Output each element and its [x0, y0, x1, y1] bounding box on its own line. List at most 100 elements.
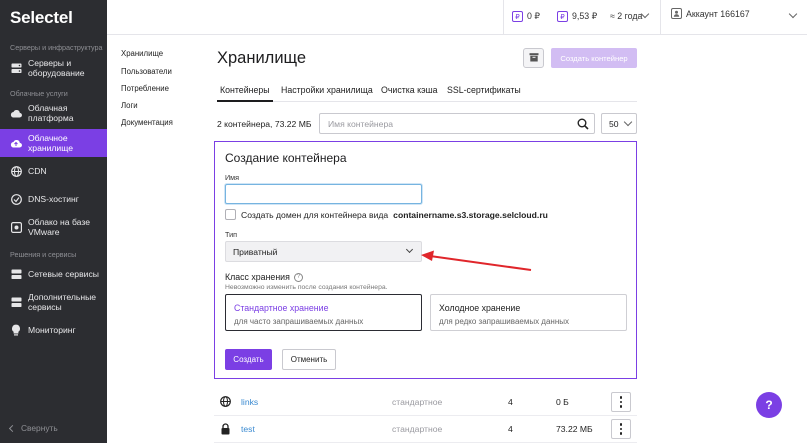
sidebar-item-cloud-storage[interactable]: Облачное хранилище	[0, 129, 107, 157]
storage-option-cold[interactable]: Холодное хранение для редко запрашиваемы…	[430, 294, 627, 331]
storage-option-title: Холодное хранение	[439, 303, 521, 313]
balance-forecast[interactable]: ≈ 2 года	[610, 11, 642, 21]
forecast-value: ≈ 2 года	[610, 11, 643, 21]
submit-create-button[interactable]: Создать	[225, 349, 272, 370]
wallet-icon: ₽	[512, 11, 523, 22]
sidebar-item-label: DNS-хостинг	[28, 194, 79, 204]
container-search	[319, 113, 595, 134]
sidebar-item-network[interactable]: Сетевые сервисы	[0, 262, 107, 286]
chevron-down-icon	[788, 9, 798, 19]
storage-option-title: Стандартное хранение	[234, 303, 329, 313]
selectel-logo[interactable]: Selectel	[10, 8, 73, 28]
sidebar-item-dns[interactable]: DNS-хостинг	[0, 191, 107, 207]
sidebar-item-label: Облачное хранилище	[28, 133, 73, 153]
divider	[660, 0, 661, 35]
sidebar-item-cdn[interactable]: CDN	[0, 163, 107, 179]
container-search-input[interactable]	[320, 114, 570, 133]
sidebar-item-label: Облако на базе VMware	[28, 217, 90, 237]
sidebar-item-monitoring[interactable]: Мониторинг	[0, 322, 107, 338]
subnav-docs[interactable]: Документация	[121, 118, 173, 127]
row-menu-button[interactable]	[611, 419, 631, 439]
container-size: 73.22 МБ	[556, 424, 593, 434]
balance-bonus-value: 9,53 ₽	[572, 11, 598, 21]
container-size: 0 Б	[556, 397, 569, 407]
wallet-icon: ₽	[557, 11, 568, 22]
lock-icon	[220, 423, 232, 435]
container-name-link[interactable]: links	[241, 397, 258, 407]
panel-heading: Создание контейнера	[225, 151, 347, 165]
storage-option-desc: для редко запрашиваемых данных	[439, 317, 570, 326]
table-row[interactable]: links стандартное 4 0 Б	[214, 389, 637, 416]
account-menu[interactable]: Аккаунт 166167	[671, 8, 750, 19]
top-bar: ₽ 0 ₽ ₽ 9,53 ₽ ≈ 2 года Аккаунт 166167	[107, 0, 807, 35]
balance-main-value: 0 ₽	[527, 11, 540, 21]
account-dropdown-toggle[interactable]	[788, 9, 798, 19]
dns-icon	[10, 193, 22, 205]
tab-containers[interactable]: Контейнеры	[220, 85, 270, 95]
balance-main[interactable]: ₽ 0 ₽	[512, 11, 540, 22]
container-class: стандартное	[392, 424, 443, 434]
sidebar-section-title: Решения и сервисы	[10, 250, 77, 259]
trash-icon	[529, 52, 539, 65]
balance-dropdown-toggle[interactable]	[640, 9, 650, 19]
name-label: Имя	[225, 173, 239, 182]
page-title: Хранилище	[217, 49, 307, 67]
user-icon	[671, 8, 682, 19]
type-label: Тип	[225, 230, 237, 239]
subnav-users[interactable]: Пользователи	[121, 67, 172, 76]
create-domain-option[interactable]: Создать домен для контейнера вида contai…	[225, 209, 548, 220]
storage-class-heading: Класс хранения ?	[225, 272, 303, 282]
sidebar-item-cloud-platform[interactable]: Облачная платформа	[0, 101, 107, 125]
sidebar-item-label: Мониторинг	[28, 325, 76, 335]
network-icon	[10, 268, 22, 280]
storage-option-desc: для часто запрашиваемых данных	[234, 317, 364, 326]
services-icon	[10, 296, 22, 308]
chevron-down-icon	[623, 117, 632, 127]
containers-summary: 2 контейнера, 73.22 МБ	[217, 119, 312, 129]
sidebar-item-extra-services[interactable]: Дополнительные сервисы	[0, 290, 107, 314]
help-button[interactable]: ?	[756, 392, 782, 418]
cancel-button[interactable]: Отменить	[282, 349, 336, 370]
row-menu-button[interactable]	[611, 392, 631, 412]
server-icon	[10, 62, 22, 74]
container-name-link[interactable]: test	[241, 424, 255, 434]
container-type-select[interactable]: Приватный	[225, 241, 422, 262]
chevron-down-icon	[640, 9, 650, 19]
sidebar-collapse-button[interactable]: Свернуть	[8, 423, 58, 433]
globe-icon	[220, 396, 232, 408]
chevron-left-icon	[8, 424, 17, 432]
help-circle-icon[interactable]: ?	[293, 272, 303, 282]
container-name-input[interactable]	[225, 184, 422, 204]
balance-bonus[interactable]: ₽ 9,53 ₽	[557, 11, 597, 22]
sidebar-section-title: Серверы и инфраструктура	[10, 43, 103, 52]
sidebar-item-label: Дополнительные сервисы	[28, 292, 97, 312]
create-domain-checkbox[interactable]	[225, 209, 236, 220]
search-icon[interactable]	[577, 118, 589, 130]
sidebar-item-label: CDN	[28, 166, 47, 176]
account-name: Аккаунт 166167	[686, 8, 750, 19]
collapse-label: Свернуть	[21, 423, 58, 433]
cloud-upload-icon	[10, 137, 22, 149]
tab-ssl-certificates[interactable]: SSL-сертификаты	[447, 85, 521, 95]
cloud-icon	[10, 107, 22, 119]
per-page-select[interactable]: 50	[601, 113, 637, 134]
subnav-storage[interactable]: Хранилище	[121, 49, 163, 58]
chevron-down-icon	[405, 245, 414, 254]
table-row[interactable]: test стандартное 4 73.22 МБ	[214, 416, 637, 443]
storage-class-hint: Невозможно изменить после создания конте…	[225, 284, 388, 291]
subnav-consumption[interactable]: Потребление	[121, 84, 169, 93]
tab-cache-purge[interactable]: Очистка кэша	[381, 85, 438, 95]
sidebar-item-servers[interactable]: Серверы и оборудование	[0, 56, 107, 80]
storage-option-standard[interactable]: Стандартное хранение для часто запрашива…	[225, 294, 422, 331]
tab-storage-settings[interactable]: Настройки хранилища	[281, 85, 373, 95]
vmware-cloud-icon	[10, 221, 22, 233]
create-domain-label: Создать домен для контейнера вида	[241, 209, 389, 220]
trash-button[interactable]	[523, 48, 544, 68]
monitoring-icon	[10, 324, 22, 336]
subnav-logs[interactable]: Логи	[121, 101, 138, 110]
sidebar-item-vmware[interactable]: Облако на базе VMware	[0, 215, 107, 239]
storage-tabs: Контейнеры Настройки хранилища Очистка к…	[217, 80, 637, 102]
container-objects: 4	[508, 397, 513, 407]
container-class: стандартное	[392, 397, 443, 407]
create-container-button[interactable]: Создать контейнер	[551, 48, 637, 68]
